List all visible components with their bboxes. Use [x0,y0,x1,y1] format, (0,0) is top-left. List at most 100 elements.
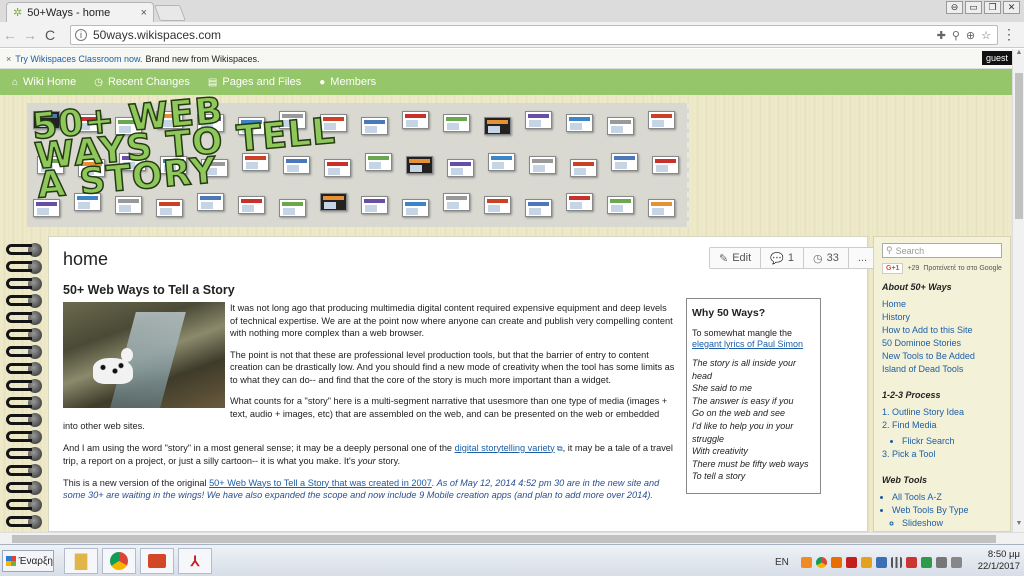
sidebar-link-dead-tools[interactable]: Island of Dead Tools [882,363,1002,376]
spiral-ring [6,480,46,496]
guest-badge[interactable]: guest [981,51,1012,65]
close-window-button[interactable]: ✕ [1003,1,1020,14]
pdf-icon: ⅄ [190,552,200,569]
presentation-app-taskbar-button[interactable] [140,548,174,574]
scroll-up-icon[interactable]: ▲ [1013,49,1024,61]
site-banner[interactable]: 50+ WEB WAYS TO TELL A STORY [27,90,689,227]
original-2007-link[interactable]: 50+ Web Ways to Tell a Story that was cr… [209,478,432,488]
lyric-line: There must be fifty web ways [692,458,809,469]
tray-download-icon[interactable] [875,556,887,568]
horizontal-scroll-thumb[interactable] [12,535,996,543]
file-explorer-taskbar-button[interactable]: ▇ [64,548,98,574]
site-info-icon[interactable]: i [75,29,87,41]
horizontal-scrollbar[interactable] [0,532,1024,544]
edit-button[interactable]: ✎ Edit [710,248,762,268]
website-thumbnail [484,117,511,135]
tray-chrome-icon[interactable] [815,556,827,568]
spiral-ring [6,412,46,428]
spiral-wire [6,278,32,289]
sidebar-link-flickr-search[interactable]: Flickr Search [902,435,1002,448]
search-placeholder: Search [895,245,925,256]
sidebar-link-how-to-add[interactable]: How to Add to this Site [882,324,1002,337]
user-profile-icon[interactable]: ⊖ [946,1,963,14]
url-text[interactable]: 50ways.wikispaces.com [93,28,937,42]
sidebar-link-pick-tool[interactable]: Pick a Tool [892,448,1002,461]
tray-adobe-icon[interactable] [845,556,857,568]
vertical-scrollbar[interactable]: ▲ ▼ [1012,49,1024,532]
sidebar-link-tools-by-type[interactable]: Web Tools By Type [892,504,1002,517]
maximize-button[interactable]: ❐ [984,1,1001,14]
sidebar-link-history[interactable]: History [882,311,1002,324]
sidebar-link-home[interactable]: Home [882,298,1002,311]
history-button[interactable]: ◷ 33 [804,248,849,268]
dalmatian-photo[interactable] [63,302,225,408]
taskbar-clock[interactable]: 8:50 μμ 22/1/2017 [978,549,1020,573]
start-button[interactable]: Έναρξη [2,550,54,572]
scroll-down-icon[interactable]: ▼ [1013,520,1024,532]
reload-button[interactable]: C [40,27,60,43]
tray-security-icon[interactable] [860,556,872,568]
paul-simon-lyrics-link[interactable]: elegant lyrics of Paul Simon [692,339,815,349]
bookmark-star-icon[interactable]: ☆ [981,29,991,42]
lyric-line: I'd like to help you in your [692,420,794,431]
tray-signal-icon[interactable] [890,556,902,568]
translate-icon[interactable]: ⚲ [952,29,960,42]
notice-text: Brand new from Wikispaces. [145,53,260,64]
sidebar-search-input[interactable]: ⚲ Search [882,243,1002,258]
nav-pages-and-files[interactable]: ▤ Pages and Files [208,76,301,88]
spiral-wire [6,380,32,391]
nav-label: Recent Changes [107,76,190,88]
tray-sync-icon[interactable] [935,556,947,568]
website-thumbnail [607,196,634,214]
address-bar[interactable]: i 50ways.wikispaces.com ✚ ⚲ ⊕ ☆ [70,25,998,45]
spiral-ring [6,242,46,258]
new-tab-button[interactable] [154,5,186,21]
sidebar-link-slideshow[interactable]: Slideshow [902,517,1002,530]
tab-close-icon[interactable]: × [141,7,147,19]
lyric-line: To tell a story [692,471,746,482]
back-button[interactable]: ← [0,27,20,43]
google-plus-text: Προτείνετέ το στο Google [923,265,1002,272]
spiral-ring [6,344,46,360]
browser-tab[interactable]: ✲ 50+Ways - home × [6,2,154,22]
sidebar-link-new-tools[interactable]: New Tools to Be Added [882,350,1002,363]
why-box-title: Why 50 Ways? [692,307,766,319]
external-link-icon: ⧉ [554,443,563,453]
spiral-wire [6,499,32,510]
nav-recent-changes[interactable]: ◷ Recent Changes [94,76,190,88]
sidebar-link-find-media[interactable]: Find Media [892,419,1002,432]
chrome-taskbar-button[interactable] [102,548,136,574]
tray-java-icon[interactable] [830,556,842,568]
browser-toolbar: ← → C i 50ways.wikispaces.com ✚ ⚲ ⊕ ☆ [0,22,1024,48]
website-thumbnail [320,193,347,211]
spiral-ring [6,310,46,326]
edit-label: Edit [732,252,752,264]
sidebar-link-domino-stories[interactable]: 50 Dominoe Stories [882,337,1002,350]
tray-flag-icon[interactable] [905,556,917,568]
pdf-reader-taskbar-button[interactable]: ⅄ [178,548,212,574]
digital-storytelling-link[interactable]: digital storytelling variety [455,443,555,453]
zoom-icon[interactable]: ⊕ [966,29,975,42]
more-actions-button[interactable]: ... [848,248,877,268]
sidebar-link-all-tools[interactable]: All Tools A-Z [892,491,1002,504]
browser-tabstrip: ✲ 50+Ways - home × ⊖ ▭ ❐ ✕ [0,0,1024,22]
browser-menu-icon[interactable]: ⋮ [1002,26,1016,43]
notice-close-icon[interactable]: × [6,54,11,64]
comments-count: 1 [787,252,795,264]
language-indicator[interactable]: EN [775,557,789,568]
spiral-wire [6,312,32,323]
comments-button[interactable]: 💬 1 [761,248,805,268]
tray-volume-icon[interactable] [950,556,962,568]
forward-button[interactable]: → [20,27,40,43]
nav-wiki-home[interactable]: ⌂ Wiki Home [12,76,76,88]
tray-network-icon[interactable] [920,556,932,568]
extension-icon[interactable]: ✚ [937,29,946,42]
minimize-button[interactable]: ▭ [965,1,982,14]
tray-app-icon[interactable] [800,556,812,568]
sidebar-link-outline-story[interactable]: Outline Story Idea [892,406,1002,419]
spiral-wire [6,329,32,340]
classroom-link[interactable]: Try Wikispaces Classroom now. [15,54,142,64]
vertical-scroll-thumb[interactable] [1015,73,1023,219]
spiral-wire [6,465,32,476]
google-plus-button[interactable]: G+1 [882,263,904,274]
